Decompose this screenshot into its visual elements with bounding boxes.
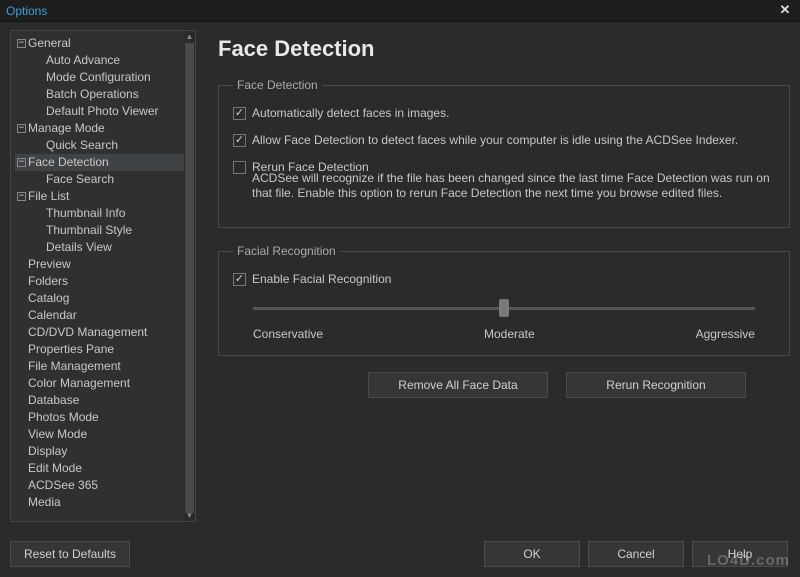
collapse-icon[interactable]: − [17, 39, 26, 48]
tree-item[interactable]: CD/DVD Management [15, 324, 184, 341]
tree-item-label: ACDSee 365 [28, 477, 98, 494]
options-tree[interactable]: −GeneralAuto AdvanceMode ConfigurationBa… [11, 31, 195, 521]
group-face-detection: Face Detection Automatically detect face… [218, 78, 790, 228]
dialog-footer: Reset to Defaults OK Cancel Help [0, 531, 800, 577]
tree-item[interactable]: Thumbnail Style [33, 222, 184, 239]
tree-item-label: File Management [28, 358, 121, 375]
checkbox-idle-detect[interactable] [233, 134, 246, 147]
tree-item-label: Display [28, 443, 67, 460]
tree-item-label: File List [28, 188, 69, 205]
tree-item[interactable]: Photos Mode [15, 409, 184, 426]
cancel-button[interactable]: Cancel [588, 541, 684, 567]
tree-item[interactable]: Catalog [15, 290, 184, 307]
tree-item-label: Details View [46, 239, 112, 256]
scroll-down-icon[interactable]: ▼ [184, 510, 195, 521]
tree-item[interactable]: Color Management [15, 375, 184, 392]
slider-label-max: Aggressive [696, 327, 755, 341]
scroll-up-icon[interactable]: ▲ [184, 31, 195, 42]
tree-item[interactable]: ACDSee 365 [15, 477, 184, 494]
scrollbar-vertical[interactable]: ▲ ▼ [184, 31, 195, 521]
tree-item-label: Manage Mode [28, 120, 105, 137]
recognition-slider[interactable] [253, 299, 755, 319]
tree-item-label: View Mode [28, 426, 87, 443]
tree-item[interactable]: −Face Detection [15, 154, 184, 171]
collapse-icon[interactable]: − [17, 192, 26, 201]
tree-item-label: Batch Operations [46, 86, 139, 103]
tree-item-label: Face Detection [28, 154, 109, 171]
tree-item[interactable]: Mode Configuration [33, 69, 184, 86]
tree-item[interactable]: −Manage Mode [15, 120, 184, 137]
main-panel: Face Detection Face Detection Automatica… [218, 30, 790, 531]
help-button[interactable]: Help [692, 541, 788, 567]
titlebar: Options ✕ [0, 0, 800, 22]
tree-item-label: General [28, 35, 71, 52]
tree-item-label: CD/DVD Management [28, 324, 147, 341]
collapse-icon[interactable]: − [17, 124, 26, 133]
checkbox-rerun-detection[interactable] [233, 161, 246, 174]
slider-label-min: Conservative [253, 327, 323, 341]
remove-face-data-button[interactable]: Remove All Face Data [368, 372, 548, 398]
checkbox-auto-detect[interactable] [233, 107, 246, 120]
tree-item-label: Color Management [28, 375, 130, 392]
checkbox-label: Enable Facial Recognition [252, 272, 391, 287]
tree-item-label: Edit Mode [28, 460, 82, 477]
tree-item[interactable]: Edit Mode [15, 460, 184, 477]
tree-item[interactable]: Quick Search [33, 137, 184, 154]
tree-item-label: Photos Mode [28, 409, 99, 426]
page-title: Face Detection [218, 36, 790, 62]
tree-item-label: Mode Configuration [46, 69, 151, 86]
tree-item-label: Calendar [28, 307, 77, 324]
tree-item-label: Catalog [28, 290, 69, 307]
tree-item-label: Thumbnail Style [46, 222, 132, 239]
tree-item-label: Database [28, 392, 79, 409]
rerun-recognition-button[interactable]: Rerun Recognition [566, 372, 746, 398]
close-icon[interactable]: ✕ [776, 2, 794, 20]
group-legend: Face Detection [233, 78, 322, 92]
tree-item-label: Preview [28, 256, 71, 273]
tree-item-label: Face Search [46, 171, 114, 188]
tree-item-label: Media [28, 494, 61, 511]
tree-item[interactable]: Media [15, 494, 184, 511]
tree-item-label: Default Photo Viewer [46, 103, 159, 120]
checkbox-enable-recognition[interactable] [233, 273, 246, 286]
tree-item[interactable]: −File List [15, 188, 184, 205]
tree-item[interactable]: Details View [33, 239, 184, 256]
options-sidebar: −GeneralAuto AdvanceMode ConfigurationBa… [10, 30, 196, 522]
checkbox-label: Allow Face Detection to detect faces whi… [252, 133, 738, 148]
tree-item[interactable]: Preview [15, 256, 184, 273]
tree-item[interactable]: Properties Pane [15, 341, 184, 358]
tree-item[interactable]: Display [15, 443, 184, 460]
slider-label-mid: Moderate [484, 327, 535, 341]
window-title: Options [6, 4, 47, 18]
tree-item[interactable]: Calendar [15, 307, 184, 324]
scrollbar-thumb[interactable] [185, 43, 194, 513]
tree-item[interactable]: Database [15, 392, 184, 409]
tree-item[interactable]: File Management [15, 358, 184, 375]
tree-item[interactable]: View Mode [15, 426, 184, 443]
tree-item[interactable]: Default Photo Viewer [33, 103, 184, 120]
group-legend: Facial Recognition [233, 244, 340, 258]
slider-thumb[interactable] [499, 299, 509, 317]
tree-item[interactable]: Face Search [33, 171, 184, 188]
dialog-body: −GeneralAuto AdvanceMode ConfigurationBa… [0, 22, 800, 531]
checkbox-label: Automatically detect faces in images. [252, 106, 449, 121]
tree-item[interactable]: Auto Advance [33, 52, 184, 69]
tree-item-label: Quick Search [46, 137, 118, 154]
ok-button[interactable]: OK [484, 541, 580, 567]
collapse-icon[interactable]: − [17, 158, 26, 167]
tree-item-label: Thumbnail Info [46, 205, 125, 222]
action-row: Remove All Face Data Rerun Recognition [368, 372, 790, 398]
reset-defaults-button[interactable]: Reset to Defaults [10, 541, 130, 567]
group-facial-recognition: Facial Recognition Enable Facial Recogni… [218, 244, 790, 356]
options-window: Options ✕ −GeneralAuto AdvanceMode Confi… [0, 0, 800, 577]
checkbox-description: ACDSee will recognize if the file has be… [252, 171, 775, 201]
tree-item[interactable]: Folders [15, 273, 184, 290]
tree-item[interactable]: −General [15, 35, 184, 52]
tree-item[interactable]: Thumbnail Info [33, 205, 184, 222]
slider-labels: Conservative Moderate Aggressive [253, 327, 755, 341]
tree-item-label: Auto Advance [46, 52, 120, 69]
tree-item[interactable]: Batch Operations [33, 86, 184, 103]
tree-item-label: Properties Pane [28, 341, 114, 358]
tree-item-label: Folders [28, 273, 68, 290]
